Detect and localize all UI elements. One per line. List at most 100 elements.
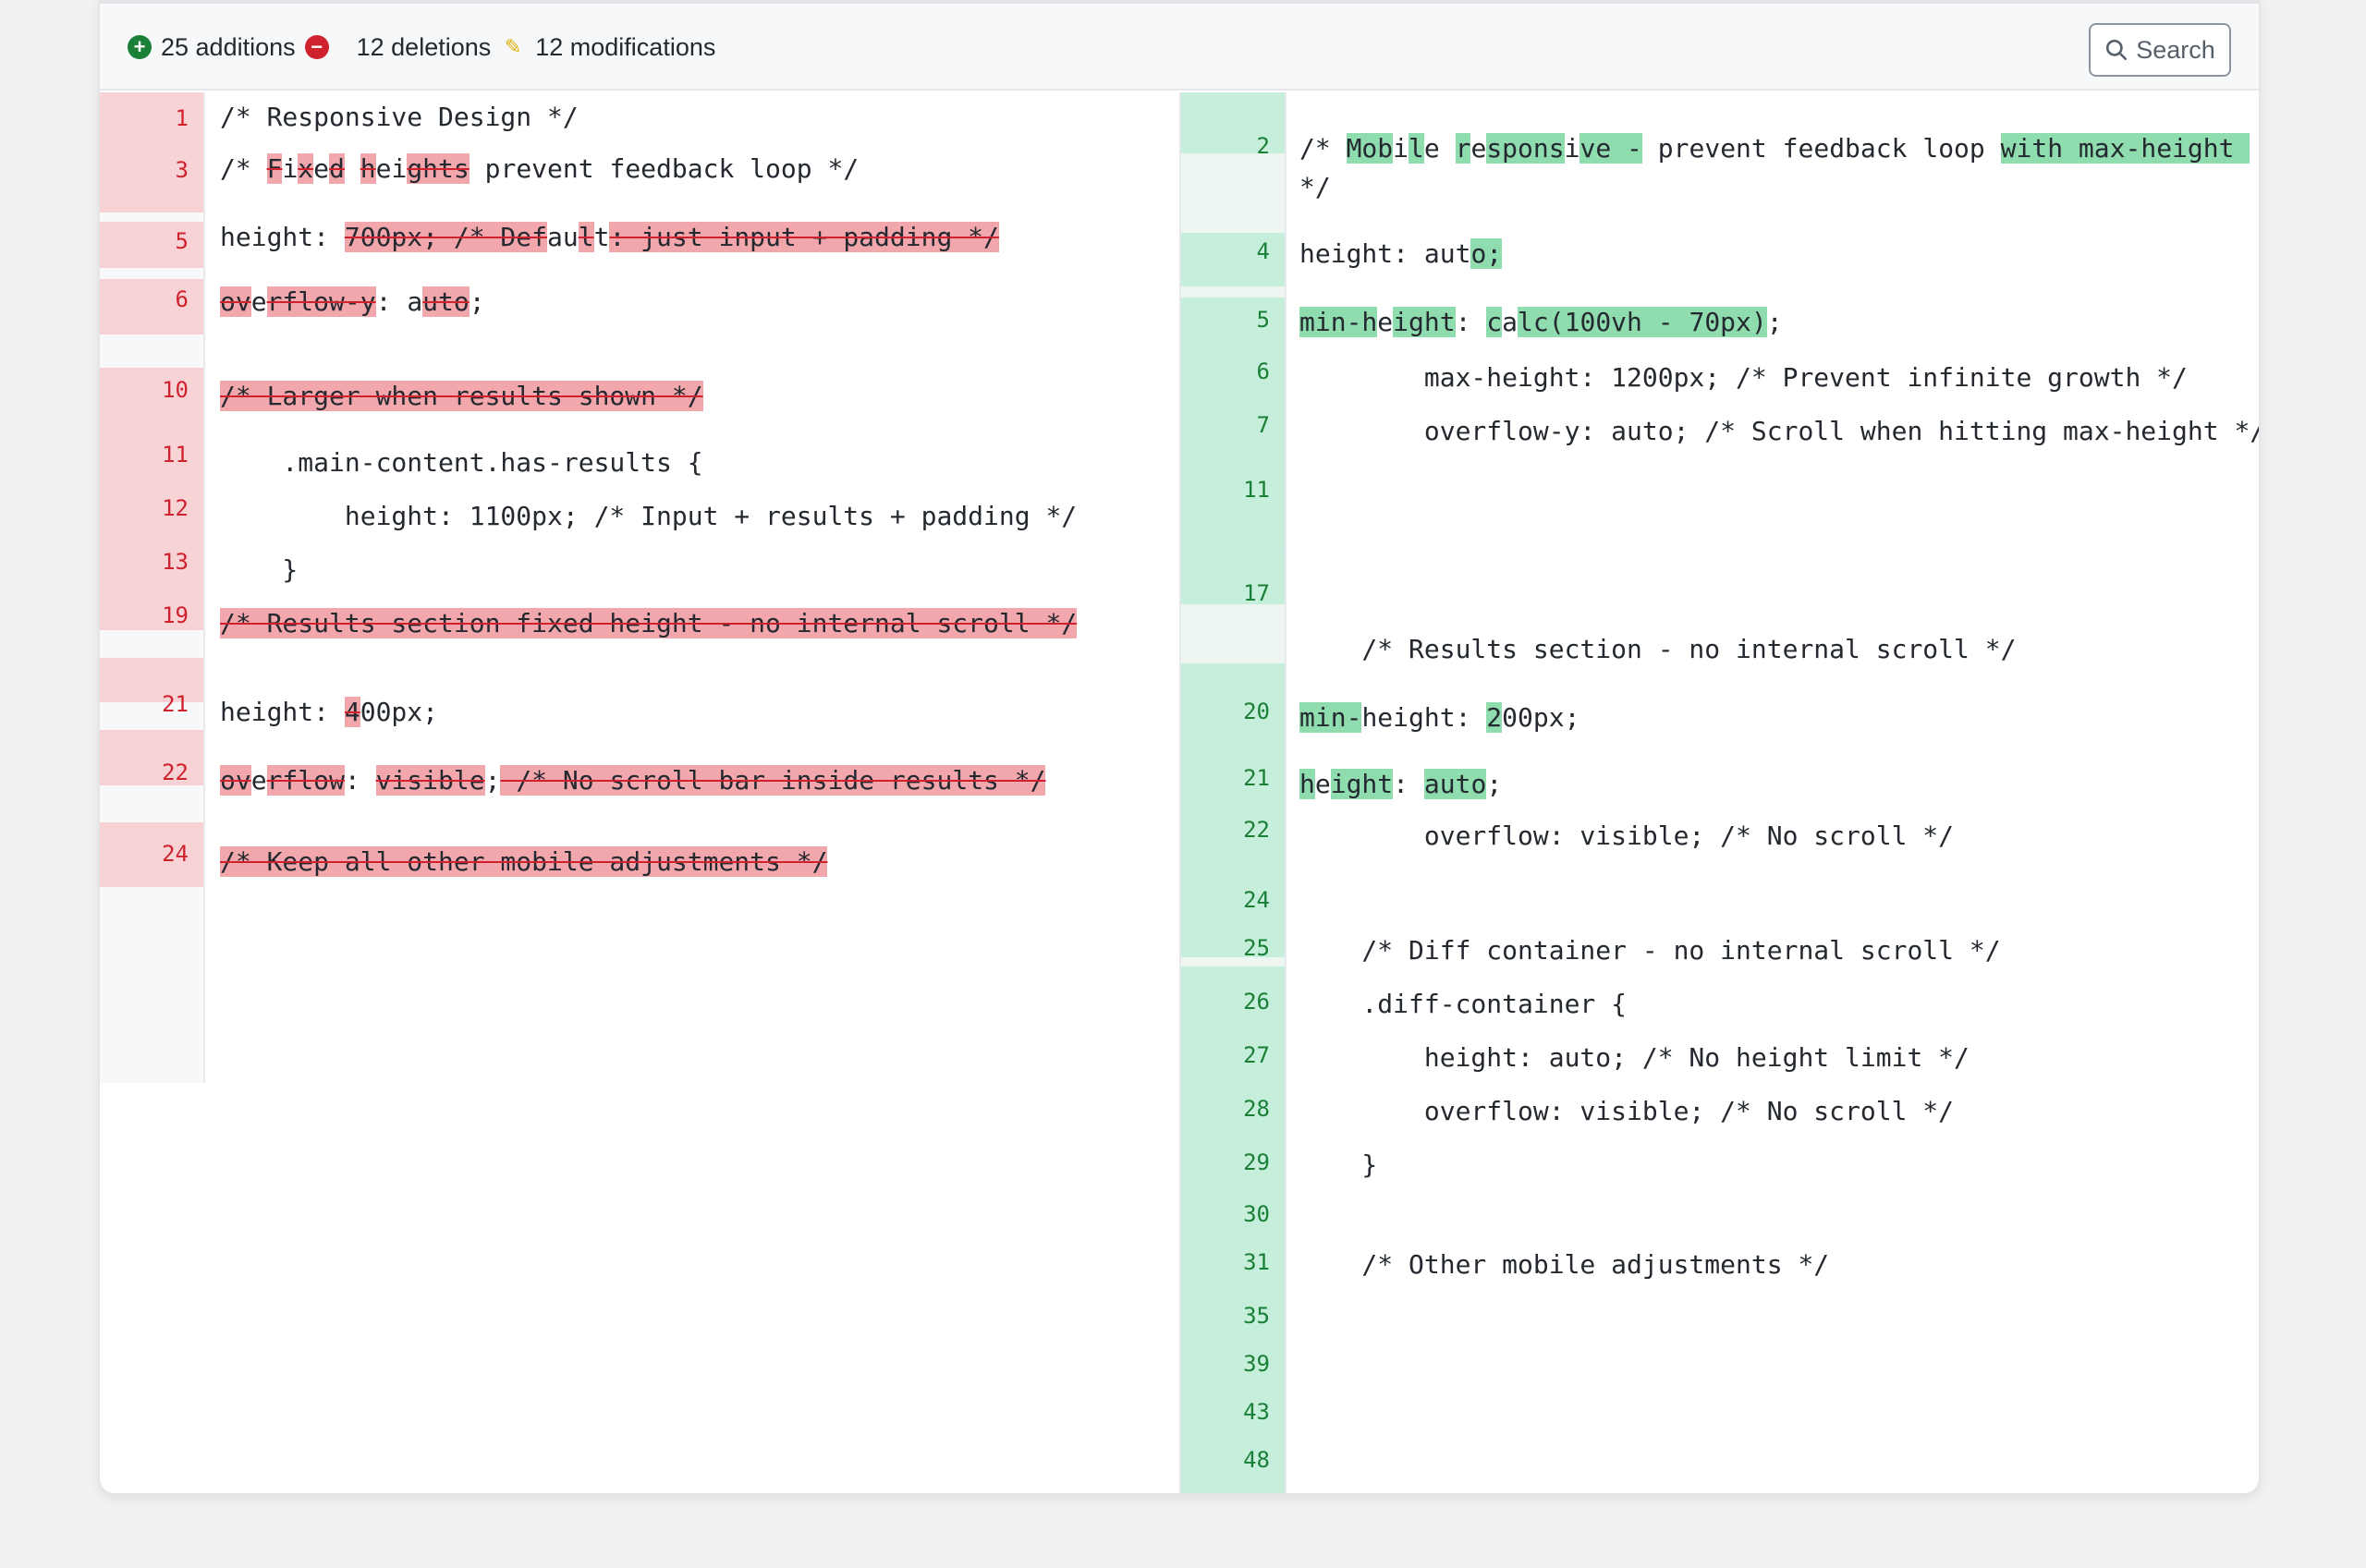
code-line: /* Larger when results shown */ xyxy=(220,381,703,411)
code-text: max-height: 1200px; /* Prevent infinite … xyxy=(1299,362,2188,393)
deleted-text: 700px; /* Def xyxy=(344,222,548,252)
search-button[interactable]: Search xyxy=(2089,23,2231,77)
code-line: height: auto; xyxy=(1299,238,1503,269)
code-text: : xyxy=(375,286,408,317)
deleted-text: F xyxy=(266,153,283,184)
line-number: 29 xyxy=(1243,1149,1270,1175)
code-line: overflow: visible; /* No scroll bar insi… xyxy=(220,765,1046,796)
diff-summary-bar: + 25 additions − 12 deletions ✎ 12 modif… xyxy=(100,4,2259,91)
code-line: overflow-y: auto; xyxy=(220,286,485,317)
deleted-text: ov xyxy=(220,765,251,796)
deleted-text: x xyxy=(298,153,314,184)
code-line: min-height: calc(100vh - 70px); xyxy=(1299,307,1783,337)
code-line: /* Mobile responsive - prevent feedback … xyxy=(1299,129,2259,207)
code-text: e xyxy=(250,286,267,317)
line-number: 3 xyxy=(175,157,189,183)
code-line: height: 700px; /* Default: just input + … xyxy=(220,222,999,252)
line-number: 31 xyxy=(1243,1249,1270,1275)
additions-count: 25 additions xyxy=(161,32,296,61)
line-number: 35 xyxy=(1243,1303,1270,1329)
code-text: /* xyxy=(1299,133,1347,164)
line-number: 24 xyxy=(1243,887,1270,913)
code-text: .diff-container { xyxy=(1299,989,1628,1019)
line-number: 4 xyxy=(1256,238,1270,264)
deleted-text: h xyxy=(360,153,376,184)
added-text: min-h xyxy=(1299,307,1378,337)
code-line: height: 400px; xyxy=(220,697,438,727)
code-text: e xyxy=(313,153,330,184)
line-number: 27 xyxy=(1243,1042,1270,1068)
code-line: } xyxy=(1299,1149,1377,1180)
old-file-pane: 1 3 5 6 10 11 12 13 19 21 22 24 /* Responsive Desig… xyxy=(100,92,1179,1493)
code-text: prevent feedback loop */ xyxy=(469,153,860,184)
code-text: height: auto; /* No height limit */ xyxy=(1299,1042,1970,1073)
code-line: /* Results section fixed height - no int… xyxy=(220,608,1078,638)
added-text: o; xyxy=(1470,238,1503,269)
code-text: i xyxy=(282,153,299,184)
line-number: 39 xyxy=(1243,1351,1270,1377)
new-line-gutter: 2456711171820212224252627282930313539434… xyxy=(1181,92,1287,1493)
code-text: e xyxy=(1423,133,1456,164)
code-text: : xyxy=(1455,307,1487,337)
code-line: .diff-container { xyxy=(1299,989,1627,1019)
line-number: 5 xyxy=(1256,307,1270,333)
line-number: 1 xyxy=(175,105,189,131)
gutter-separator xyxy=(1181,957,1285,966)
deleted-text: ghts xyxy=(407,153,470,184)
deleted-text: /* No scroll bar inside results */ xyxy=(500,765,1046,796)
code-text: .main-content.has-results { xyxy=(220,447,703,478)
line-number: 24 xyxy=(162,841,189,867)
code-line: /* Keep all other mobile adjustments */ xyxy=(220,846,828,877)
code-text: height: aut xyxy=(1299,238,1471,269)
code-line: height: 1100px; /* Input + results + pad… xyxy=(220,501,1077,531)
code-line: overflow: visible; /* No scroll */ xyxy=(1299,1096,1954,1126)
code-line: height: auto; xyxy=(1299,769,1502,799)
code-text: ; xyxy=(1486,769,1503,799)
code-text: : xyxy=(344,765,376,796)
deletions-count: 12 deletions xyxy=(356,32,492,61)
added-text: ve - xyxy=(1579,133,1642,164)
added-text: min- xyxy=(1299,702,1362,733)
code-text: height: 1100px; /* Input + results + pad… xyxy=(220,501,1078,531)
code-text: /* Results section - no internal scroll … xyxy=(1299,634,2017,664)
deleted-text: rflow xyxy=(266,765,345,796)
deleted-text: uto xyxy=(422,286,470,317)
code-text: : xyxy=(1393,769,1424,799)
added-text: h xyxy=(1299,769,1315,799)
code-line: overflow-y: auto; /* Scroll when hitting… xyxy=(1299,416,2259,446)
code-line: min-height: 200px; xyxy=(1299,702,1579,733)
code-text: } xyxy=(1299,1149,1378,1180)
code-text: /* Diff container - no internal scroll *… xyxy=(1299,935,2001,966)
edit-icon: ✎ xyxy=(505,35,522,58)
deleted-text: : just input + padding */ xyxy=(609,222,999,252)
code-text: t xyxy=(593,222,610,252)
code-text: a xyxy=(1502,307,1518,337)
code-text: overflow-y: auto; /* Scroll when hitting… xyxy=(1299,416,2259,446)
line-number: 13 xyxy=(162,549,189,575)
line-number: 22 xyxy=(1243,817,1270,843)
added-text: ight xyxy=(1330,769,1394,799)
code-text: overflow: visible; /* No scroll */ xyxy=(1299,1096,1955,1126)
added-text: spons xyxy=(1486,133,1565,164)
code-text: prevent feedback loop xyxy=(1641,133,2001,164)
line-number: 17 xyxy=(1243,580,1270,606)
code-text: e xyxy=(1314,769,1331,799)
code-line: /* Results section - no internal scroll … xyxy=(1299,634,2016,664)
code-text: e xyxy=(250,765,267,796)
code-text: } xyxy=(220,554,299,585)
added-text: lc(100vh - 70px) xyxy=(1518,307,1767,337)
minus-circle-icon: − xyxy=(304,35,329,59)
code-text: e xyxy=(1377,307,1394,337)
deleted-text: /* Larger when results shown */ xyxy=(220,381,703,411)
code-text: i xyxy=(1393,133,1409,164)
line-number: 7 xyxy=(1256,412,1270,438)
code-text: e xyxy=(1470,133,1487,164)
modifications-count: 12 modifications xyxy=(535,32,716,61)
line-number: 6 xyxy=(175,286,189,312)
code-line: /* Diff container - no internal scroll *… xyxy=(1299,935,2001,966)
line-number: 6 xyxy=(1256,359,1270,384)
code-text: 00px; xyxy=(360,697,439,727)
code-text: ; xyxy=(1766,307,1783,337)
code-line: overflow: visible; /* No scroll */ xyxy=(1299,820,1954,851)
